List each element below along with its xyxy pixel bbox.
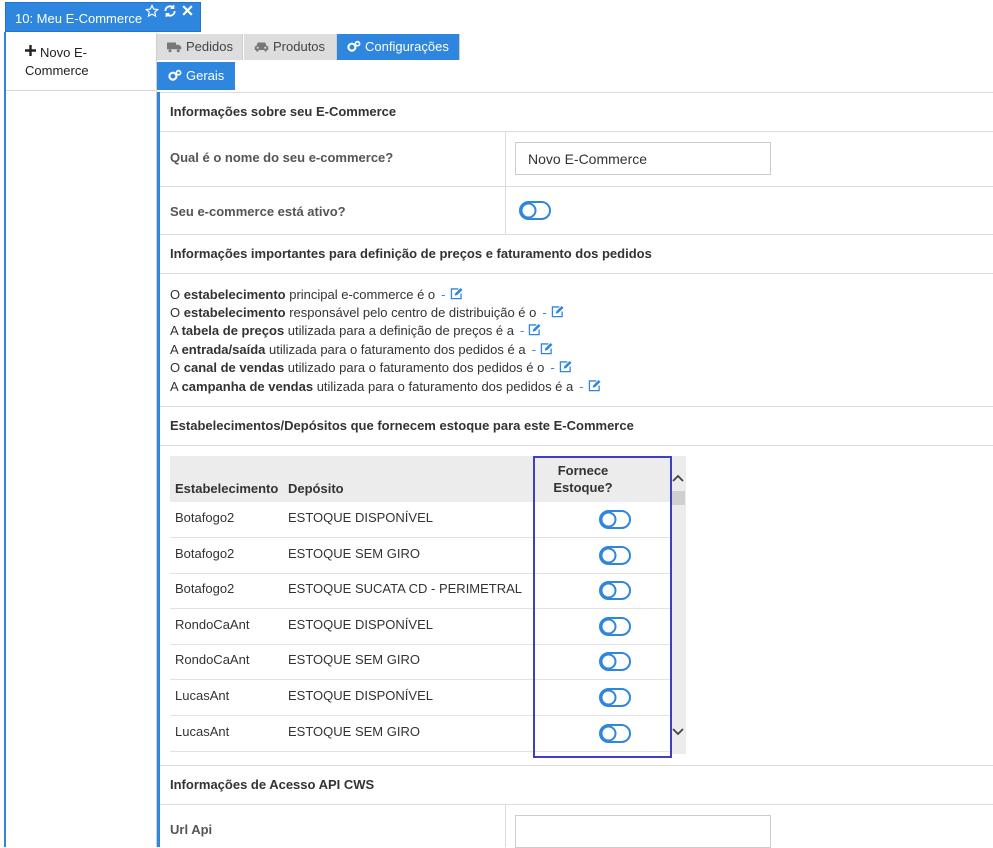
info-value-placeholder: -	[542, 305, 547, 320]
divider	[160, 445, 993, 446]
info-keyword: tabela de preços	[181, 323, 285, 338]
tab-label: Produtos	[273, 39, 326, 54]
ecommerce-active-toggle[interactable]	[519, 201, 551, 220]
cell-estabelecimento: RondoCaAnt	[175, 652, 250, 668]
divider	[160, 234, 993, 235]
subtab-label: Gerais	[186, 68, 225, 83]
window-title: 10: Meu E-Commerce	[15, 11, 143, 26]
cell-estabelecimento: Botafogo2	[175, 510, 235, 525]
pricing-info-line: O estabelecimento responsável pelo centr…	[170, 305, 564, 321]
divider	[160, 804, 993, 805]
info-text: principal e-commerce é o	[285, 287, 436, 302]
column-divider	[505, 132, 506, 234]
cell-estabelecimento: LucasAnt	[175, 723, 230, 739]
cell-deposito: ESTOQUE DISPONÍVEL	[288, 510, 433, 525]
subtab-gerais[interactable]: Gerais	[157, 62, 235, 90]
ecommerce-active-label: Seu e-commerce está ativo?	[170, 204, 346, 219]
pricing-info-line: O estabelecimento principal e-commerce é…	[170, 287, 463, 303]
divider	[160, 273, 993, 274]
cell-deposito: ESTOQUE SEM GIRO	[288, 545, 420, 561]
edit-icon[interactable]	[551, 306, 564, 321]
chevron-up-icon[interactable]	[672, 472, 684, 484]
info-text: O	[170, 305, 184, 320]
ecommerce-name-input[interactable]	[515, 142, 771, 175]
cell-deposito: ESTOQUE DISPONÍVEL	[288, 688, 433, 703]
gears-icon	[347, 40, 361, 52]
gears-icon	[168, 69, 182, 81]
info-text: A	[170, 342, 182, 357]
info-text: utilizado para o faturamento dos pedidos…	[284, 360, 545, 375]
url-api-input[interactable]	[515, 815, 771, 848]
chevron-down-icon[interactable]	[672, 726, 684, 738]
info-value-placeholder: -	[531, 342, 536, 357]
refresh-icon[interactable]	[163, 4, 177, 21]
pricing-info-line: A tabela de preços utilizada para a defi…	[170, 323, 541, 339]
cell-deposito: ESTOQUE SEM GIRO	[288, 652, 420, 668]
info-text: A	[170, 323, 182, 338]
info-text: A	[170, 379, 182, 394]
fornece-estoque-highlight	[533, 456, 672, 758]
info-keyword: entrada/saída	[181, 342, 266, 357]
tab-pedidos[interactable]: Pedidos	[157, 34, 243, 60]
pricing-info-line: O canal de vendas utilizado para o fatur…	[170, 360, 572, 376]
cell-estabelecimento: Botafogo2	[175, 581, 235, 597]
divider	[160, 92, 993, 93]
truck-icon	[167, 42, 182, 53]
new-ecommerce-item[interactable]: Novo E-Commerce	[6, 33, 157, 91]
edit-icon[interactable]	[450, 288, 463, 303]
edit-icon[interactable]	[588, 380, 601, 395]
divider	[160, 131, 993, 132]
info-value-placeholder: -	[441, 287, 446, 302]
edit-icon[interactable]	[528, 324, 541, 339]
pricing-info-line: A entrada/saída utilizada para o faturam…	[170, 342, 553, 358]
section-title-api: Informações de Acesso API CWS	[170, 777, 375, 792]
column-header-deposito: Depósito	[288, 481, 344, 496]
tab-configuracoes[interactable]: Configurações	[337, 34, 460, 60]
cell-deposito: ESTOQUE SEM GIRO	[288, 723, 420, 739]
info-text: utilizada para o faturamento dos pedidos…	[313, 379, 574, 394]
divider	[160, 406, 993, 407]
info-text: responsável pelo centro de distribuição …	[285, 305, 537, 320]
left-panel: Novo E-Commerce	[6, 33, 157, 847]
info-keyword: campanha de vendas	[181, 379, 314, 394]
divider	[160, 186, 993, 187]
info-text: utilizada para o faturamento dos pedidos…	[265, 342, 526, 357]
info-value-placeholder: -	[579, 379, 584, 394]
info-value-placeholder: -	[520, 323, 525, 338]
info-keyword: estabelecimento	[183, 287, 286, 302]
cell-deposito: ESTOQUE SUCATA CD - PERIMETRAL	[288, 581, 523, 597]
info-keyword: canal de vendas	[183, 360, 285, 375]
info-text: O	[170, 360, 184, 375]
info-text: utilizada para a definição de preços é a	[284, 323, 515, 338]
tab-label: Pedidos	[186, 39, 233, 54]
window-tab[interactable]: 10: Meu E-Commerce	[5, 2, 201, 32]
url-api-label: Url Api	[170, 822, 213, 837]
edit-icon[interactable]	[540, 343, 553, 358]
section-title-ecommerce-info: Informações sobre seu E-Commerce	[170, 104, 397, 119]
car-icon	[254, 42, 269, 52]
edit-icon[interactable]	[559, 361, 572, 376]
cell-estabelecimento: RondoCaAnt	[175, 616, 250, 632]
cell-estabelecimento: Botafogo2	[175, 545, 235, 561]
stock-table-scrollbar[interactable]	[670, 456, 686, 754]
divider	[160, 765, 993, 766]
close-icon[interactable]	[181, 4, 194, 20]
section-title-pricing-info: Informações importantes para definição d…	[170, 246, 652, 261]
info-keyword: estabelecimento	[183, 305, 286, 320]
column-divider	[505, 805, 506, 847]
pricing-info-line: A campanha de vendas utilizada para o fa…	[170, 379, 601, 395]
scrollbar-thumb[interactable]	[671, 491, 685, 505]
section-title-stock: Estabelecimentos/Depósitos que fornecem …	[170, 418, 634, 433]
tab-label: Configurações	[365, 39, 449, 54]
column-header-estabelecimento: Estabelecimento	[175, 481, 279, 496]
new-ecommerce-label: Novo E-Commerce	[25, 45, 89, 78]
cell-estabelecimento: LucasAnt	[175, 688, 230, 703]
star-outline-icon[interactable]	[144, 4, 160, 21]
info-value-placeholder: -	[550, 360, 555, 375]
cell-deposito: ESTOQUE DISPONÍVEL	[288, 616, 433, 632]
info-text: O	[170, 287, 184, 302]
tab-produtos[interactable]: Produtos	[244, 34, 337, 60]
ecommerce-name-label: Qual é o nome do seu e-commerce?	[170, 150, 394, 165]
